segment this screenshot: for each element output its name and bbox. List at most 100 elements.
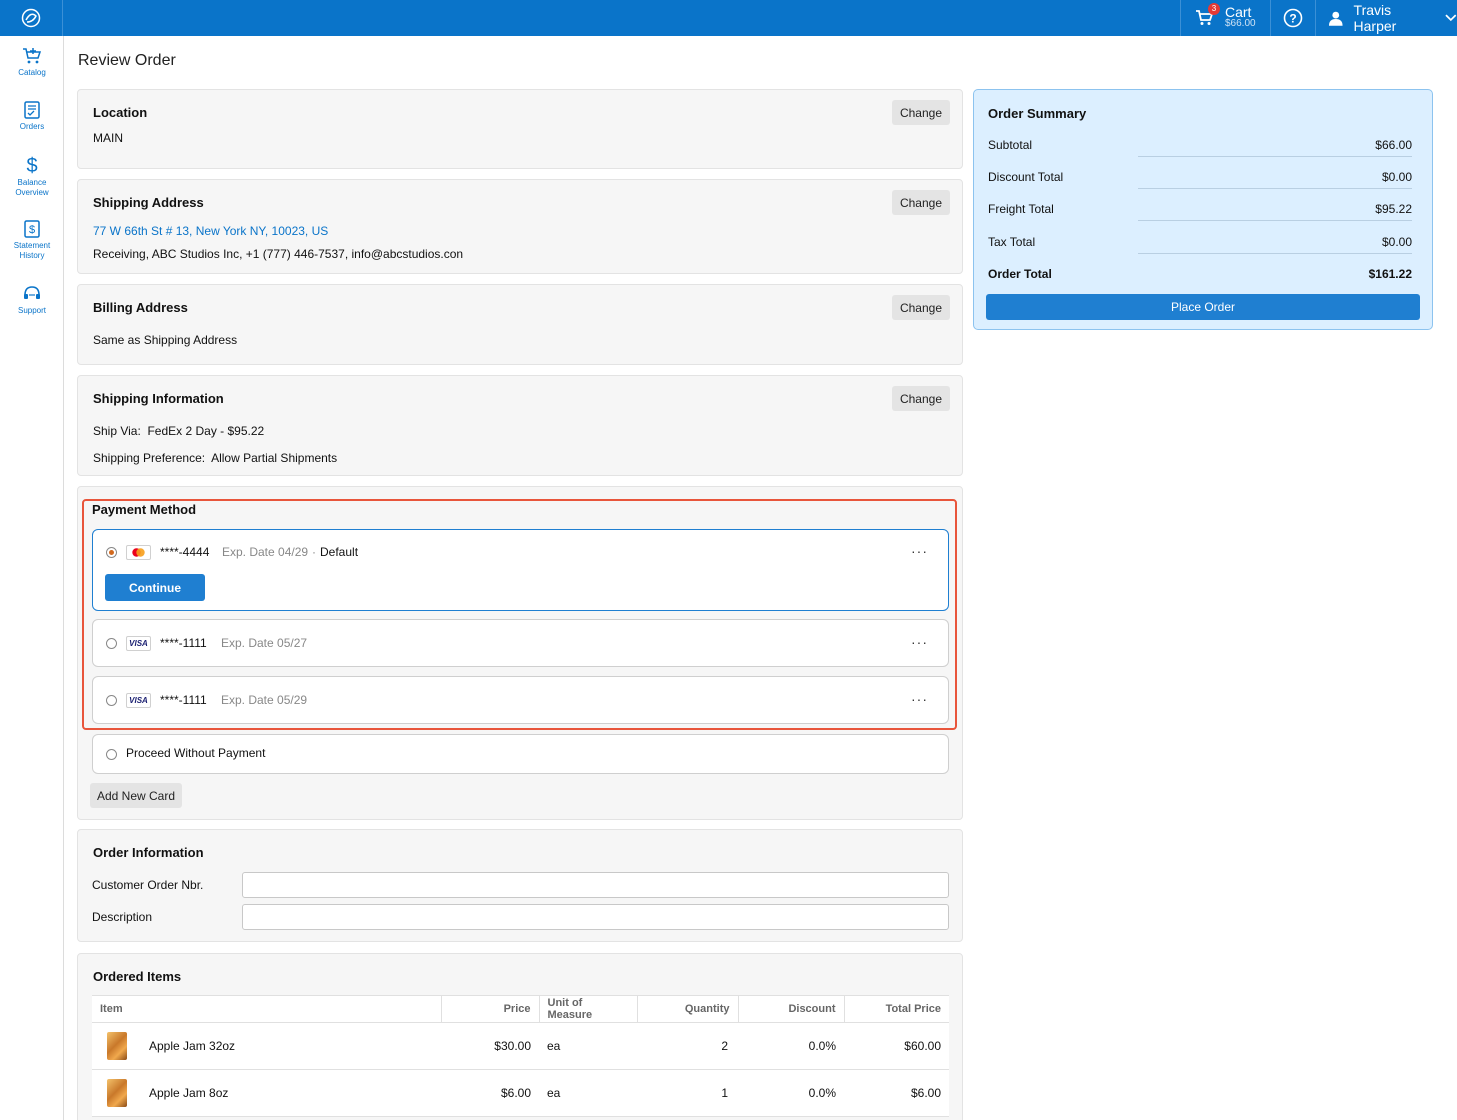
table-row: Apple Jam 32oz $30.00 ea 2 0.0% $60.00	[92, 1022, 949, 1070]
shipping-address-change-button[interactable]: Change	[892, 190, 950, 215]
visa-icon: VISA	[126, 693, 151, 708]
card-expiry: Exp. Date 05/27	[221, 636, 308, 650]
column-header-discount[interactable]: Discount	[738, 995, 845, 1023]
shipping-address-link[interactable]: 77 W 66th St # 13, New York NY, 10023, U…	[93, 224, 328, 238]
item-name[interactable]: Apple Jam 8oz	[149, 1086, 228, 1100]
payment-radio[interactable]	[106, 638, 117, 649]
column-header-price[interactable]: Price	[441, 995, 540, 1023]
card-number: ****-4444	[160, 545, 210, 559]
payment-option-visa-1111-a[interactable]: VISA ****-1111 Exp. Date 05/27 ···	[92, 619, 949, 667]
svg-text:$: $	[26, 155, 37, 176]
payment-option-visa-1111-b[interactable]: VISA ****-1111 Exp. Date 05/29 ···	[92, 676, 949, 724]
user-name: Travis Harper	[1353, 2, 1397, 34]
continue-button[interactable]: Continue	[105, 574, 205, 601]
statement-icon: $	[24, 220, 40, 238]
mastercard-icon	[126, 545, 151, 560]
cart-amount: $66.00	[1225, 18, 1256, 29]
product-thumbnail[interactable]	[107, 1032, 127, 1060]
freight-value: $95.22	[1375, 202, 1412, 216]
item-discount: 0.0%	[738, 1022, 844, 1070]
payment-radio-selected[interactable]	[106, 547, 117, 558]
more-options-icon[interactable]: ···	[911, 543, 928, 559]
divider	[1138, 253, 1412, 254]
divider	[1138, 156, 1412, 157]
payment-title: Payment Method	[92, 502, 197, 517]
discount-label: Discount Total	[988, 170, 1064, 184]
sidebar-item-label: Statement History	[13, 241, 51, 260]
logo-icon	[21, 8, 41, 28]
order-summary-title: Order Summary	[988, 106, 1087, 121]
shipping-info-change-button[interactable]: Change	[892, 386, 950, 411]
sidebar: Catalog Orders $ Balance Overview $ Stat…	[0, 36, 64, 1120]
payment-radio[interactable]	[106, 695, 117, 706]
sidebar-item-statement-history[interactable]: $ Statement History	[0, 219, 64, 261]
place-order-button[interactable]: Place Order	[986, 294, 1420, 320]
table-row: Apple Jam 8oz $6.00 ea 1 0.0% $6.00	[92, 1069, 949, 1117]
location-change-button[interactable]: Change	[892, 100, 950, 125]
item-price: $6.00	[441, 1069, 539, 1117]
divider	[1138, 220, 1412, 221]
shipping-info-card: Shipping Information Change Ship Via: Fe…	[77, 375, 963, 476]
location-title: Location	[93, 105, 148, 120]
help-button[interactable]: ?	[1270, 0, 1315, 36]
divider	[1138, 188, 1412, 189]
column-header-item[interactable]: Item	[92, 995, 442, 1023]
sidebar-item-label: Orders	[19, 122, 45, 131]
headset-icon	[24, 286, 40, 299]
add-new-card-button[interactable]: Add New Card	[90, 783, 182, 808]
card-number: ****-1111	[160, 636, 207, 650]
cart-plus-icon	[23, 48, 42, 64]
billing-address-change-button[interactable]: Change	[892, 295, 950, 320]
item-name[interactable]: Apple Jam 32oz	[149, 1039, 235, 1053]
item-qty: 1	[637, 1069, 738, 1117]
app-logo[interactable]	[0, 0, 63, 36]
tax-value: $0.00	[1381, 235, 1412, 249]
billing-address-title: Billing Address	[93, 300, 188, 315]
sidebar-item-support[interactable]: Support	[0, 284, 64, 316]
item-discount: 0.0%	[738, 1069, 844, 1117]
column-header-quantity[interactable]: Quantity	[637, 995, 739, 1023]
svg-text:?: ?	[1289, 12, 1296, 26]
top-bar: 3 Cart $66.00 ? Travis Harper	[0, 0, 1457, 36]
column-header-uom[interactable]: Unit of Measure	[539, 995, 638, 1023]
item-uom: ea	[539, 1022, 637, 1070]
sidebar-item-catalog[interactable]: Catalog	[0, 46, 64, 78]
cart-button[interactable]: 3 Cart $66.00	[1180, 0, 1270, 36]
more-options-icon[interactable]: ···	[911, 691, 928, 707]
ordered-items-title: Ordered Items	[93, 969, 182, 984]
payment-option-no-payment[interactable]: Proceed Without Payment	[92, 734, 949, 774]
order-total-label: Order Total	[988, 267, 1052, 281]
shipping-address-card: Shipping Address Change 77 W 66th St # 1…	[77, 179, 963, 274]
help-icon: ?	[1283, 8, 1303, 28]
product-thumbnail[interactable]	[107, 1079, 127, 1107]
dollar-icon: $	[26, 155, 37, 176]
item-qty: 2	[637, 1022, 738, 1070]
customer-order-label: Customer Order Nbr.	[92, 878, 204, 892]
user-menu[interactable]: Travis Harper	[1315, 0, 1457, 36]
tax-label: Tax Total	[988, 235, 1036, 249]
shipping-preference: Shipping Preference: Allow Partial Shipm…	[93, 451, 338, 465]
item-total: $60.00	[844, 1022, 949, 1070]
column-header-total[interactable]: Total Price	[844, 995, 949, 1023]
order-info-title: Order Information	[93, 845, 204, 860]
order-summary-panel: Order Summary Subtotal $66.00 Discount T…	[973, 89, 1433, 330]
payment-radio[interactable]	[106, 749, 117, 760]
ordered-items-table: Item Price Unit of Measure Quantity Disc…	[92, 995, 949, 1117]
page-title: Review Order	[78, 52, 176, 69]
customer-order-input[interactable]	[242, 872, 949, 898]
more-options-icon[interactable]: ···	[911, 634, 928, 650]
sidebar-item-label: Catalog	[18, 68, 46, 77]
description-input[interactable]	[242, 904, 949, 930]
sidebar-item-balance-overview[interactable]: $ Balance Overview	[0, 154, 64, 198]
visa-brand: VISA	[129, 696, 148, 705]
order-total-value: $161.22	[1368, 267, 1412, 281]
table-header-row: Item Price Unit of Measure Quantity Disc…	[92, 995, 949, 1023]
location-card: Location Change MAIN	[77, 89, 963, 169]
billing-address-value: Same as Shipping Address	[93, 333, 238, 347]
discount-value: $0.00	[1381, 170, 1412, 184]
item-uom: ea	[539, 1069, 637, 1117]
payment-option-mastercard-4444[interactable]: ****-4444 Exp. Date 04/29 · Default ··· …	[92, 529, 949, 611]
sidebar-item-orders[interactable]: Orders	[0, 100, 64, 132]
sidebar-item-label: Support	[17, 306, 47, 315]
cart-label: Cart	[1225, 4, 1252, 20]
